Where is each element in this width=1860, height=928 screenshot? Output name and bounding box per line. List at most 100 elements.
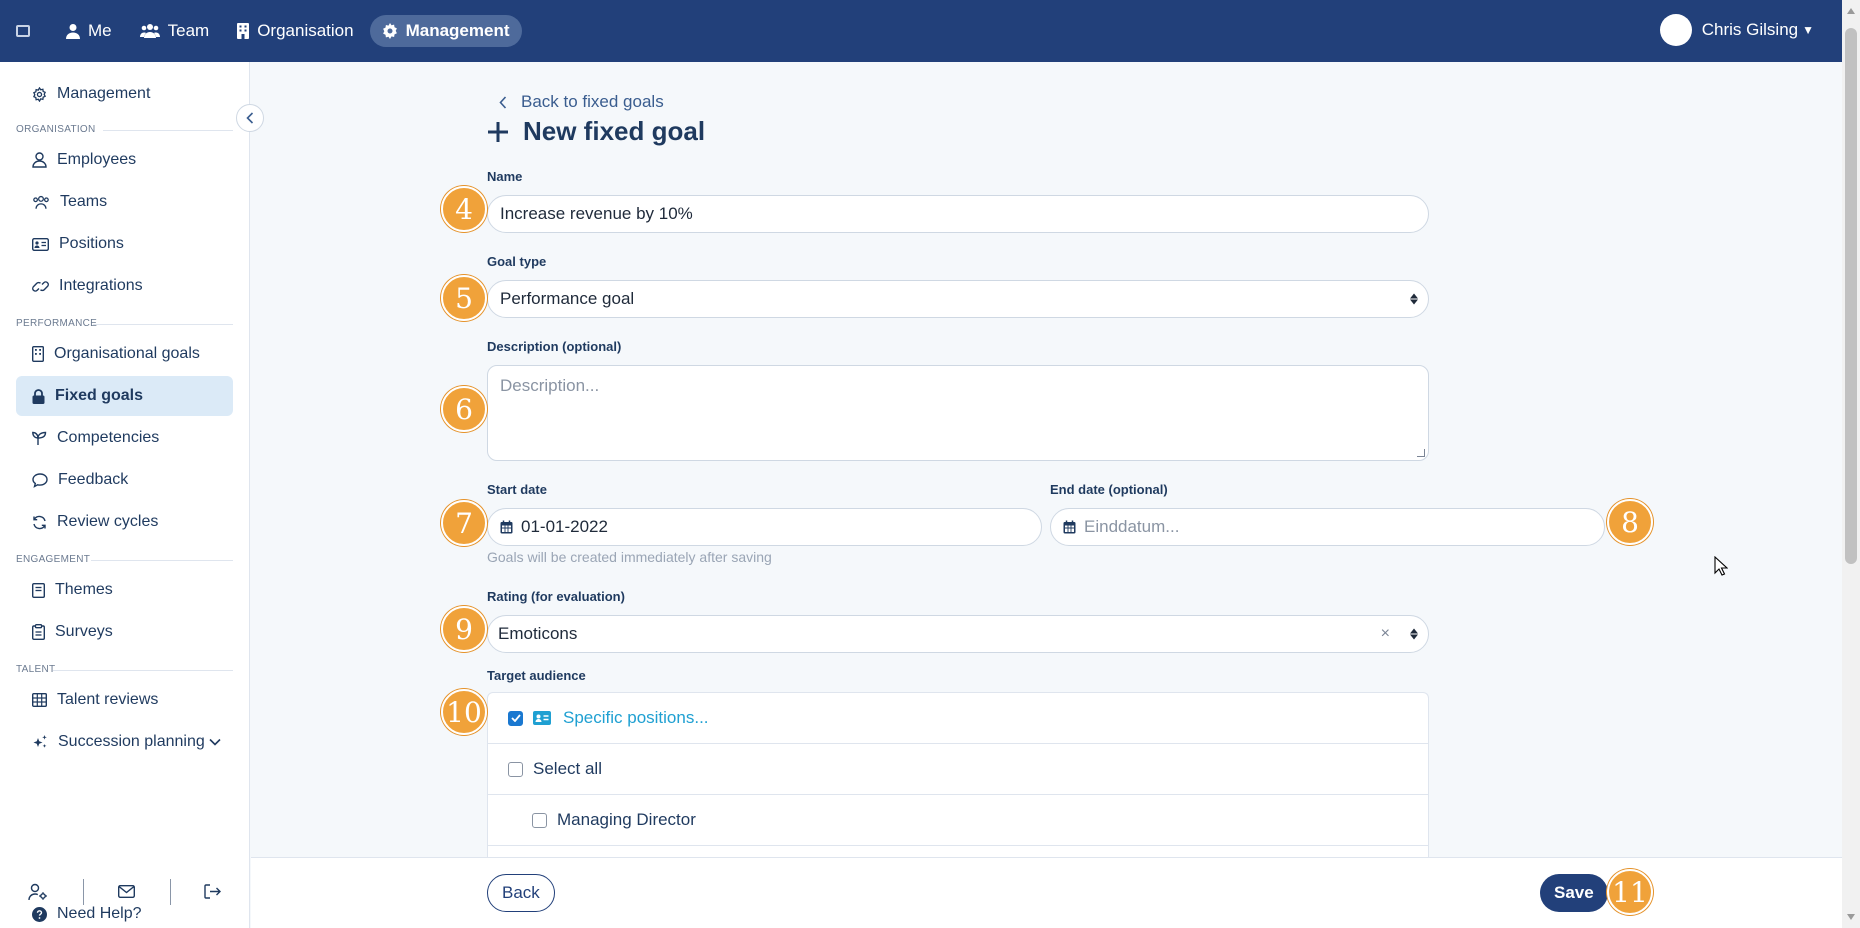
- sidebar-item-fixed-goals[interactable]: Fixed goals: [16, 376, 233, 416]
- mouse-cursor-icon: [1714, 556, 1728, 576]
- end-date-input[interactable]: Einddatum...: [1050, 508, 1605, 546]
- sidebar-item-succession-planning[interactable]: Succession planning: [16, 722, 233, 762]
- calendar-icon: [500, 520, 513, 534]
- step-badge: 10: [441, 689, 487, 735]
- name-label: Name: [487, 169, 523, 184]
- resize-handle[interactable]: [1417, 449, 1425, 457]
- sidebar-item-management[interactable]: Management: [16, 74, 233, 114]
- sidebar-item-review-cycles[interactable]: Review cycles: [16, 502, 233, 542]
- sidebar-item-competencies[interactable]: Competencies: [16, 418, 233, 458]
- sidebar-item-integrations[interactable]: Integrations: [16, 266, 233, 306]
- nav-team-label: Team: [167, 21, 210, 40]
- nav-organisation[interactable]: Organisation: [225, 15, 365, 47]
- sidebar-item-label: Integrations: [59, 277, 143, 294]
- specific-positions-row[interactable]: Specific positions...: [488, 693, 1428, 744]
- divider: [103, 130, 233, 131]
- specific-positions-checkbox[interactable]: [508, 710, 523, 726]
- sidebar-item-talent-reviews[interactable]: Talent reviews: [16, 680, 233, 720]
- divider: [83, 879, 84, 905]
- seedling-icon: [32, 431, 47, 445]
- nav-me[interactable]: Me: [54, 15, 124, 47]
- start-date-value: 01-01-2022: [521, 517, 608, 536]
- sidebar-footer: [0, 880, 250, 908]
- target-audience-list: Specific positions... Select all Managin…: [487, 692, 1429, 857]
- select-all-label: Select all: [533, 759, 602, 778]
- building-icon: [237, 23, 250, 39]
- building-icon: [32, 346, 44, 362]
- page-title: New fixed goal: [487, 116, 705, 147]
- main-content: Back to fixed goals New fixed goal Name …: [251, 62, 1842, 857]
- date-help-text: Goals will be created immediately after …: [487, 549, 772, 565]
- list-item[interactable]: Managing Director: [488, 795, 1428, 846]
- save-button[interactable]: Save: [1540, 874, 1608, 912]
- sidebar-item-employees[interactable]: Employees: [16, 140, 233, 180]
- user-settings-icon[interactable]: [28, 883, 48, 906]
- logout-icon[interactable]: [204, 884, 221, 904]
- user-icon: [32, 152, 47, 168]
- sidebar-item-label: Surveys: [55, 623, 113, 640]
- team-icon: [33, 195, 49, 209]
- nav-organisation-label: Organisation: [257, 21, 354, 40]
- user-menu[interactable]: Chris Gilsing ▼: [1659, 14, 1814, 46]
- plus-icon: [488, 121, 508, 142]
- top-navbar: Me Team Organisation Management Chris Gi…: [0, 0, 1842, 62]
- nav-team[interactable]: Team: [128, 15, 222, 47]
- comment-icon: [32, 472, 48, 488]
- clear-icon[interactable]: ×: [1381, 625, 1390, 643]
- sidebar-item-teams[interactable]: Teams: [16, 182, 233, 222]
- chevron-left-icon: [499, 95, 507, 109]
- description-label: Description (optional): [487, 339, 622, 354]
- divider: [170, 879, 171, 905]
- page-title-text: New fixed goal: [523, 116, 706, 146]
- sparkles-icon: [33, 735, 47, 748]
- sidebar-item-label: Employees: [57, 151, 137, 168]
- mail-icon[interactable]: [117, 884, 136, 903]
- start-date-input[interactable]: 01-01-2022: [487, 508, 1042, 546]
- name-input[interactable]: Increase revenue by 10%: [487, 195, 1429, 233]
- sidebar-item-themes[interactable]: Themes: [16, 570, 233, 610]
- book-icon: [32, 582, 45, 598]
- step-badge: 9: [441, 606, 487, 652]
- description-placeholder: Description...: [500, 376, 600, 395]
- back-to-fixed-goals-link[interactable]: Back to fixed goals: [499, 92, 664, 112]
- sidebar-item-label: Talent reviews: [57, 691, 159, 708]
- position-checkbox[interactable]: [532, 812, 547, 828]
- step-badge: 11: [1607, 869, 1653, 915]
- select-all-checkbox[interactable]: [508, 761, 523, 777]
- gear-icon: [33, 86, 46, 102]
- goal-type-select[interactable]: Performance goal: [487, 280, 1429, 318]
- lock-icon: [32, 388, 45, 404]
- caret-down-icon: ▼: [1802, 23, 1814, 37]
- goal-type-label: Goal type: [487, 254, 547, 269]
- sidebar-item-organisational-goals[interactable]: Organisational goals: [16, 334, 233, 374]
- sidebar-item-positions[interactable]: Positions: [16, 224, 233, 264]
- sidebar-collapse-button[interactable]: [236, 104, 264, 132]
- sidebar-item-feedback[interactable]: Feedback: [16, 460, 233, 500]
- logo[interactable]: [14, 22, 32, 40]
- sidebar-item-surveys[interactable]: Surveys: [16, 612, 233, 652]
- back-button[interactable]: Back: [487, 874, 555, 912]
- step-badge: 6: [441, 386, 487, 432]
- end-date-label: End date (optional): [1050, 482, 1168, 497]
- start-date-label: Start date: [487, 482, 547, 497]
- sidebar-item-label: Fixed goals: [55, 387, 144, 404]
- nav-management[interactable]: Management: [369, 15, 522, 47]
- scroll-down-icon[interactable]: [1847, 914, 1855, 920]
- sidebar-item-label: Themes: [55, 581, 113, 598]
- form-footer: Back Save 11: [251, 857, 1842, 928]
- description-textarea[interactable]: Description...: [487, 365, 1429, 461]
- help-icon: [32, 906, 47, 922]
- grid-icon: [32, 693, 47, 707]
- select-all-row[interactable]: Select all: [488, 744, 1428, 795]
- rating-select[interactable]: Emoticons ×: [487, 615, 1429, 653]
- end-date-placeholder: Einddatum...: [1084, 517, 1180, 536]
- scroll-up-icon[interactable]: [1847, 8, 1855, 14]
- scrollbar[interactable]: [1842, 0, 1860, 928]
- calendar-icon: [1063, 520, 1076, 534]
- divider: [53, 670, 233, 671]
- nav-management-label: Management: [405, 21, 510, 40]
- position-label: Managing Director: [557, 810, 696, 829]
- select-arrows-icon: [1410, 628, 1418, 640]
- divider: [91, 560, 233, 561]
- scroll-thumb[interactable]: [1845, 28, 1857, 564]
